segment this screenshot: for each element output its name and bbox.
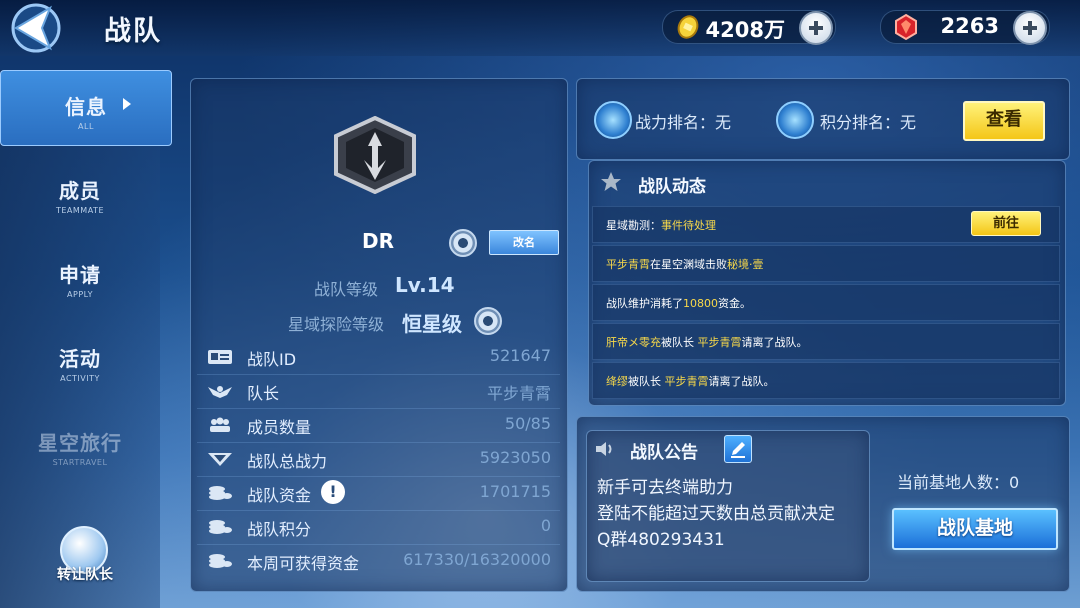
stat-value: 1701715 <box>479 482 551 501</box>
stat-row-team-id: 战队ID 521647 <box>197 340 560 375</box>
dynamics-row: 平步青霄在星空渊域击败秘境·壹 <box>592 245 1060 282</box>
dynamics-text: 战队维护消耗了10800资金。 <box>606 297 751 310</box>
team-name: DR <box>362 229 395 253</box>
power-rank-icon <box>594 101 632 139</box>
gem-currency: 2263 <box>880 10 1050 45</box>
tab-activity[interactable]: 活动 ACTIVITY <box>0 323 160 397</box>
stat-row-captain: 队长 平步青霄 <box>197 374 560 409</box>
stat-value: 50/85 <box>504 414 551 433</box>
gold-amount: 4208万 <box>705 18 785 42</box>
stat-value: 5923050 <box>479 448 551 467</box>
gold-currency: 4208万 <box>662 10 836 45</box>
stat-key: 战队ID <box>247 350 297 369</box>
announcement-line: 登陆不能超过天数由总贡献决定 <box>597 504 835 524</box>
stat-row-member-count: 成员数量 50/85 <box>197 408 560 443</box>
gem-amount: 2263 <box>940 14 999 38</box>
red-gem-icon <box>895 13 917 41</box>
dynamics-row: 战队维护消耗了10800资金。 <box>592 284 1060 321</box>
stat-row-total-power: 战队总战力 5923050 <box>197 442 560 477</box>
stat-key: 战队积分 <box>247 520 312 539</box>
settings-gear-icon[interactable] <box>449 229 477 257</box>
tab-label: 星空旅行 <box>38 431 122 455</box>
explore-level-label: 星域探险等级 <box>288 315 385 334</box>
stat-value: 平步青霄 <box>486 384 551 403</box>
stat-row-weekly-funds: 本周可获得资金 617330/16320000 <box>197 544 560 578</box>
stat-key: 成员数量 <box>247 418 312 437</box>
funds-info-icon[interactable]: ! <box>321 480 345 504</box>
tab-label: 成员 <box>59 179 101 203</box>
tab-sublabel: TEAMMATE <box>55 206 104 215</box>
dynamics-text: 肝帝メ零充被队长 平步青霄请离了战队。 <box>606 336 808 349</box>
dynamics-text: 绛缪被队长 平步青霄请离了战队。 <box>606 375 775 388</box>
back-button[interactable] <box>6 2 64 54</box>
stat-key: 队长 <box>247 384 280 403</box>
tab-label: 申请 <box>59 263 101 287</box>
edit-announcement-button[interactable] <box>724 435 752 463</box>
power-emblem-icon <box>208 453 232 466</box>
view-button[interactable]: 查看 <box>963 101 1045 141</box>
tab-members[interactable]: 成员 TEAMMATE <box>0 155 160 229</box>
gold-coin-icon <box>677 15 699 39</box>
announcement-line: 新手可去终端助力 <box>597 478 733 498</box>
pencil-icon <box>731 442 745 458</box>
speaker-icon <box>596 442 612 456</box>
score-rank-star-icon <box>776 101 814 139</box>
members-icon <box>210 417 230 432</box>
coins-icon <box>209 520 232 534</box>
go-button[interactable]: 前往 <box>971 211 1041 236</box>
tab-star-travel[interactable]: 星空旅行 STARTRAVEL <box>0 407 160 481</box>
announcement-line: Q群480293431 <box>597 530 725 550</box>
captain-wings-icon <box>208 386 232 398</box>
transfer-label: 转让队长 <box>57 567 113 583</box>
team-level-label: 战队等级 <box>314 280 379 299</box>
arrow-right-icon <box>123 98 131 110</box>
dynamics-row: 肝帝メ零充被队长 平步青霄请离了战队。 <box>592 323 1060 360</box>
dynamics-text: 星域勘测：事件待处理 <box>606 219 716 232</box>
stat-key: 战队总战力 <box>247 452 328 471</box>
stat-key: 战队资金 <box>247 486 312 505</box>
team-emblem-icon <box>334 116 416 194</box>
team-level-value: Lv.14 <box>395 273 455 297</box>
rename-button[interactable]: 改名 <box>489 230 559 255</box>
stat-key: 本周可获得资金 <box>247 554 360 573</box>
add-gem-button[interactable] <box>1013 11 1047 45</box>
tab-sublabel: APPLY <box>67 290 93 299</box>
tab-label: 信息 <box>65 95 107 119</box>
tab-label: 活动 <box>59 347 101 371</box>
dynamics-row: 绛缪被队长 平步青霄请离了战队。 <box>592 362 1060 399</box>
score-rank-text: 积分排名：无 <box>820 113 917 132</box>
team-base-button[interactable]: 战队基地 <box>892 508 1058 550</box>
transfer-captain-button[interactable]: 转让队长 <box>48 526 120 583</box>
dynamics-text: 平步青霄在星空渊域击败秘境·壹 <box>606 258 764 271</box>
add-gold-button[interactable] <box>799 11 833 45</box>
tab-sublabel: ACTIVITY <box>60 374 100 383</box>
coins-icon <box>209 486 232 500</box>
tab-apply[interactable]: 申请 APPLY <box>0 239 160 313</box>
tab-sublabel: ALL <box>78 122 94 131</box>
dynamics-title: 战队动态 <box>638 177 706 197</box>
stat-value: 617330/16320000 <box>403 550 551 569</box>
explore-level-value: 恒星级 <box>402 312 462 336</box>
page-title: 战队 <box>104 16 162 47</box>
announcement-title: 战队公告 <box>630 443 698 463</box>
base-member-count: 当前基地人数：0 <box>897 473 1020 492</box>
star-icon <box>601 172 621 191</box>
tab-sublabel: STARTRAVEL <box>52 458 108 467</box>
explore-info-gear-icon[interactable] <box>474 307 502 335</box>
stat-value: 0 <box>540 516 551 535</box>
back-arrow-icon <box>11 3 61 53</box>
tab-info[interactable]: 信息 ALL <box>0 70 172 146</box>
stat-row-team-score: 战队积分 0 <box>197 510 560 545</box>
top-bar: 战队 4208万 2263 <box>0 0 1080 56</box>
team-stats-list: 战队ID 521647 队长 平步青霄 成员数量 50/85 战队总战力 592… <box>197 340 560 582</box>
power-rank-text: 战力排名：无 <box>635 113 732 132</box>
coins-icon <box>209 554 232 568</box>
stat-row-team-funds: 战队资金 ! 1701715 <box>197 476 560 511</box>
id-card-icon <box>208 350 232 364</box>
stat-value: 521647 <box>489 346 551 365</box>
